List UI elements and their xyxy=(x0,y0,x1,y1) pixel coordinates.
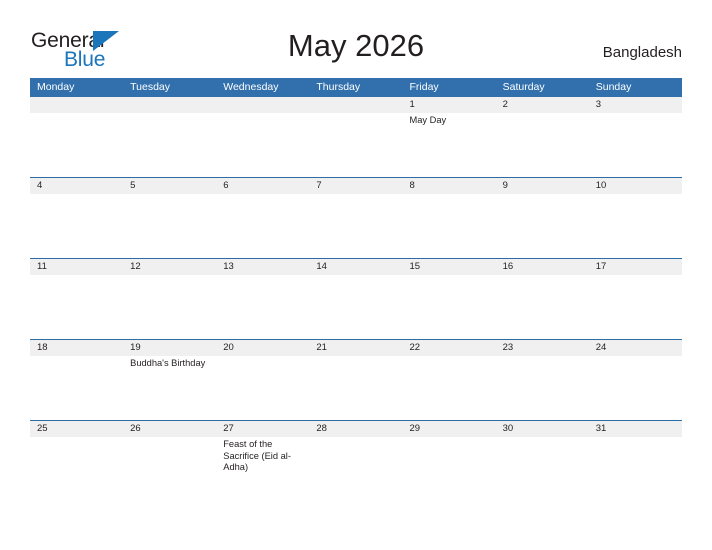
day-event-text xyxy=(403,437,496,501)
country-label: Bangladesh xyxy=(602,44,682,61)
day-event-text: Buddha's Birthday xyxy=(130,358,206,368)
week-dates: 4 5 6 7 8 9 10 xyxy=(30,178,682,194)
week-dates: 1 2 3 xyxy=(30,97,682,113)
calendar-page: General Blue May 2026 Bangladesh Monday … xyxy=(0,0,712,550)
day-event-text xyxy=(123,194,216,258)
week-events xyxy=(30,275,682,339)
date-number[interactable] xyxy=(309,97,402,113)
day-event-text xyxy=(123,437,216,501)
day-event-text xyxy=(30,194,123,258)
day-event-text xyxy=(309,275,402,339)
date-number[interactable]: 19 xyxy=(123,340,216,356)
date-number[interactable] xyxy=(123,97,216,113)
date-number[interactable]: 8 xyxy=(403,178,496,194)
day-event-text xyxy=(123,113,216,177)
date-number[interactable]: 15 xyxy=(403,259,496,275)
day-event-text xyxy=(403,275,496,339)
date-number[interactable]: 7 xyxy=(309,178,402,194)
date-number[interactable] xyxy=(30,97,123,113)
day-header-monday: Monday xyxy=(37,81,75,93)
day-event-text xyxy=(309,356,402,420)
day-event-text: May Day xyxy=(409,115,447,125)
date-number[interactable]: 1 xyxy=(403,97,496,113)
day-header-sunday: Sunday xyxy=(595,81,632,93)
day-event-text xyxy=(403,194,496,258)
date-number[interactable]: 26 xyxy=(123,421,216,437)
week-events: Buddha's Birthday xyxy=(30,356,682,420)
day-event-text xyxy=(309,437,402,501)
week-dates: 18 19 20 21 22 23 24 xyxy=(30,340,682,356)
date-number[interactable]: 13 xyxy=(216,259,309,275)
day-event-text xyxy=(309,194,402,258)
date-number[interactable]: 16 xyxy=(496,259,589,275)
date-number[interactable]: 27 xyxy=(216,421,309,437)
date-number[interactable]: 12 xyxy=(123,259,216,275)
week-events: Feast of the Sacrifice (Eid al-Adha) xyxy=(30,437,682,501)
day-event-text xyxy=(496,194,589,258)
day-header-wednesday: Wednesday xyxy=(223,81,279,93)
week-dates: 11 12 13 14 15 16 17 xyxy=(30,259,682,275)
date-number[interactable]: 2 xyxy=(496,97,589,113)
date-number[interactable]: 3 xyxy=(589,97,682,113)
day-event-text xyxy=(589,113,682,177)
day-event-text xyxy=(496,113,589,177)
day-event-text xyxy=(589,194,682,258)
day-header-friday: Friday xyxy=(409,81,439,93)
date-number[interactable]: 11 xyxy=(30,259,123,275)
day-event-text xyxy=(216,356,309,420)
page-header: General Blue May 2026 Bangladesh xyxy=(0,0,712,78)
date-number[interactable]: 5 xyxy=(123,178,216,194)
calendar-grid: Monday Tuesday Wednesday Thursday Friday… xyxy=(30,78,682,501)
day-event-text xyxy=(216,275,309,339)
day-event-text xyxy=(123,275,216,339)
day-event-text xyxy=(30,113,123,177)
date-number[interactable]: 23 xyxy=(496,340,589,356)
date-number[interactable]: 9 xyxy=(496,178,589,194)
week-dates: 25 26 27 28 29 30 31 xyxy=(30,421,682,437)
date-number[interactable]: 31 xyxy=(589,421,682,437)
week-row: 1 2 3 May Day xyxy=(30,97,682,177)
day-header-thursday: Thursday xyxy=(316,81,361,93)
date-number[interactable]: 10 xyxy=(589,178,682,194)
day-header-tuesday: Tuesday xyxy=(130,81,171,93)
day-event-text xyxy=(216,113,309,177)
week-row: 25 26 27 28 29 30 31 Feast of the Sacrif… xyxy=(30,420,682,501)
day-event-text xyxy=(30,437,123,501)
date-number[interactable]: 18 xyxy=(30,340,123,356)
day-event-text xyxy=(216,194,309,258)
day-event-text xyxy=(589,437,682,501)
day-event-text xyxy=(30,356,123,420)
day-event-text xyxy=(30,275,123,339)
date-number[interactable]: 24 xyxy=(589,340,682,356)
day-event-text xyxy=(403,356,496,420)
date-number[interactable]: 29 xyxy=(403,421,496,437)
date-number[interactable]: 28 xyxy=(309,421,402,437)
week-row: 11 12 13 14 15 16 17 xyxy=(30,258,682,339)
date-number[interactable]: 30 xyxy=(496,421,589,437)
day-of-week-header: Monday Tuesday Wednesday Thursday Friday… xyxy=(30,78,682,97)
day-event-text xyxy=(496,356,589,420)
date-number[interactable]: 17 xyxy=(589,259,682,275)
date-number[interactable]: 14 xyxy=(309,259,402,275)
date-number[interactable]: 25 xyxy=(30,421,123,437)
date-number[interactable]: 4 xyxy=(30,178,123,194)
date-number[interactable]: 20 xyxy=(216,340,309,356)
day-event-text xyxy=(589,275,682,339)
date-number[interactable]: 22 xyxy=(403,340,496,356)
day-event-text xyxy=(496,437,589,501)
day-event-text xyxy=(309,113,402,177)
week-row: 18 19 20 21 22 23 24 Buddha's Birthday xyxy=(30,339,682,420)
day-event-text: Feast of the Sacrifice (Eid al-Adha) xyxy=(223,439,291,472)
date-number[interactable] xyxy=(216,97,309,113)
date-number[interactable]: 6 xyxy=(216,178,309,194)
week-events xyxy=(30,194,682,258)
day-event-text xyxy=(496,275,589,339)
day-header-saturday: Saturday xyxy=(502,81,545,93)
day-event-text xyxy=(589,356,682,420)
week-events: May Day xyxy=(30,113,682,177)
week-row: 4 5 6 7 8 9 10 xyxy=(30,177,682,258)
date-number[interactable]: 21 xyxy=(309,340,402,356)
